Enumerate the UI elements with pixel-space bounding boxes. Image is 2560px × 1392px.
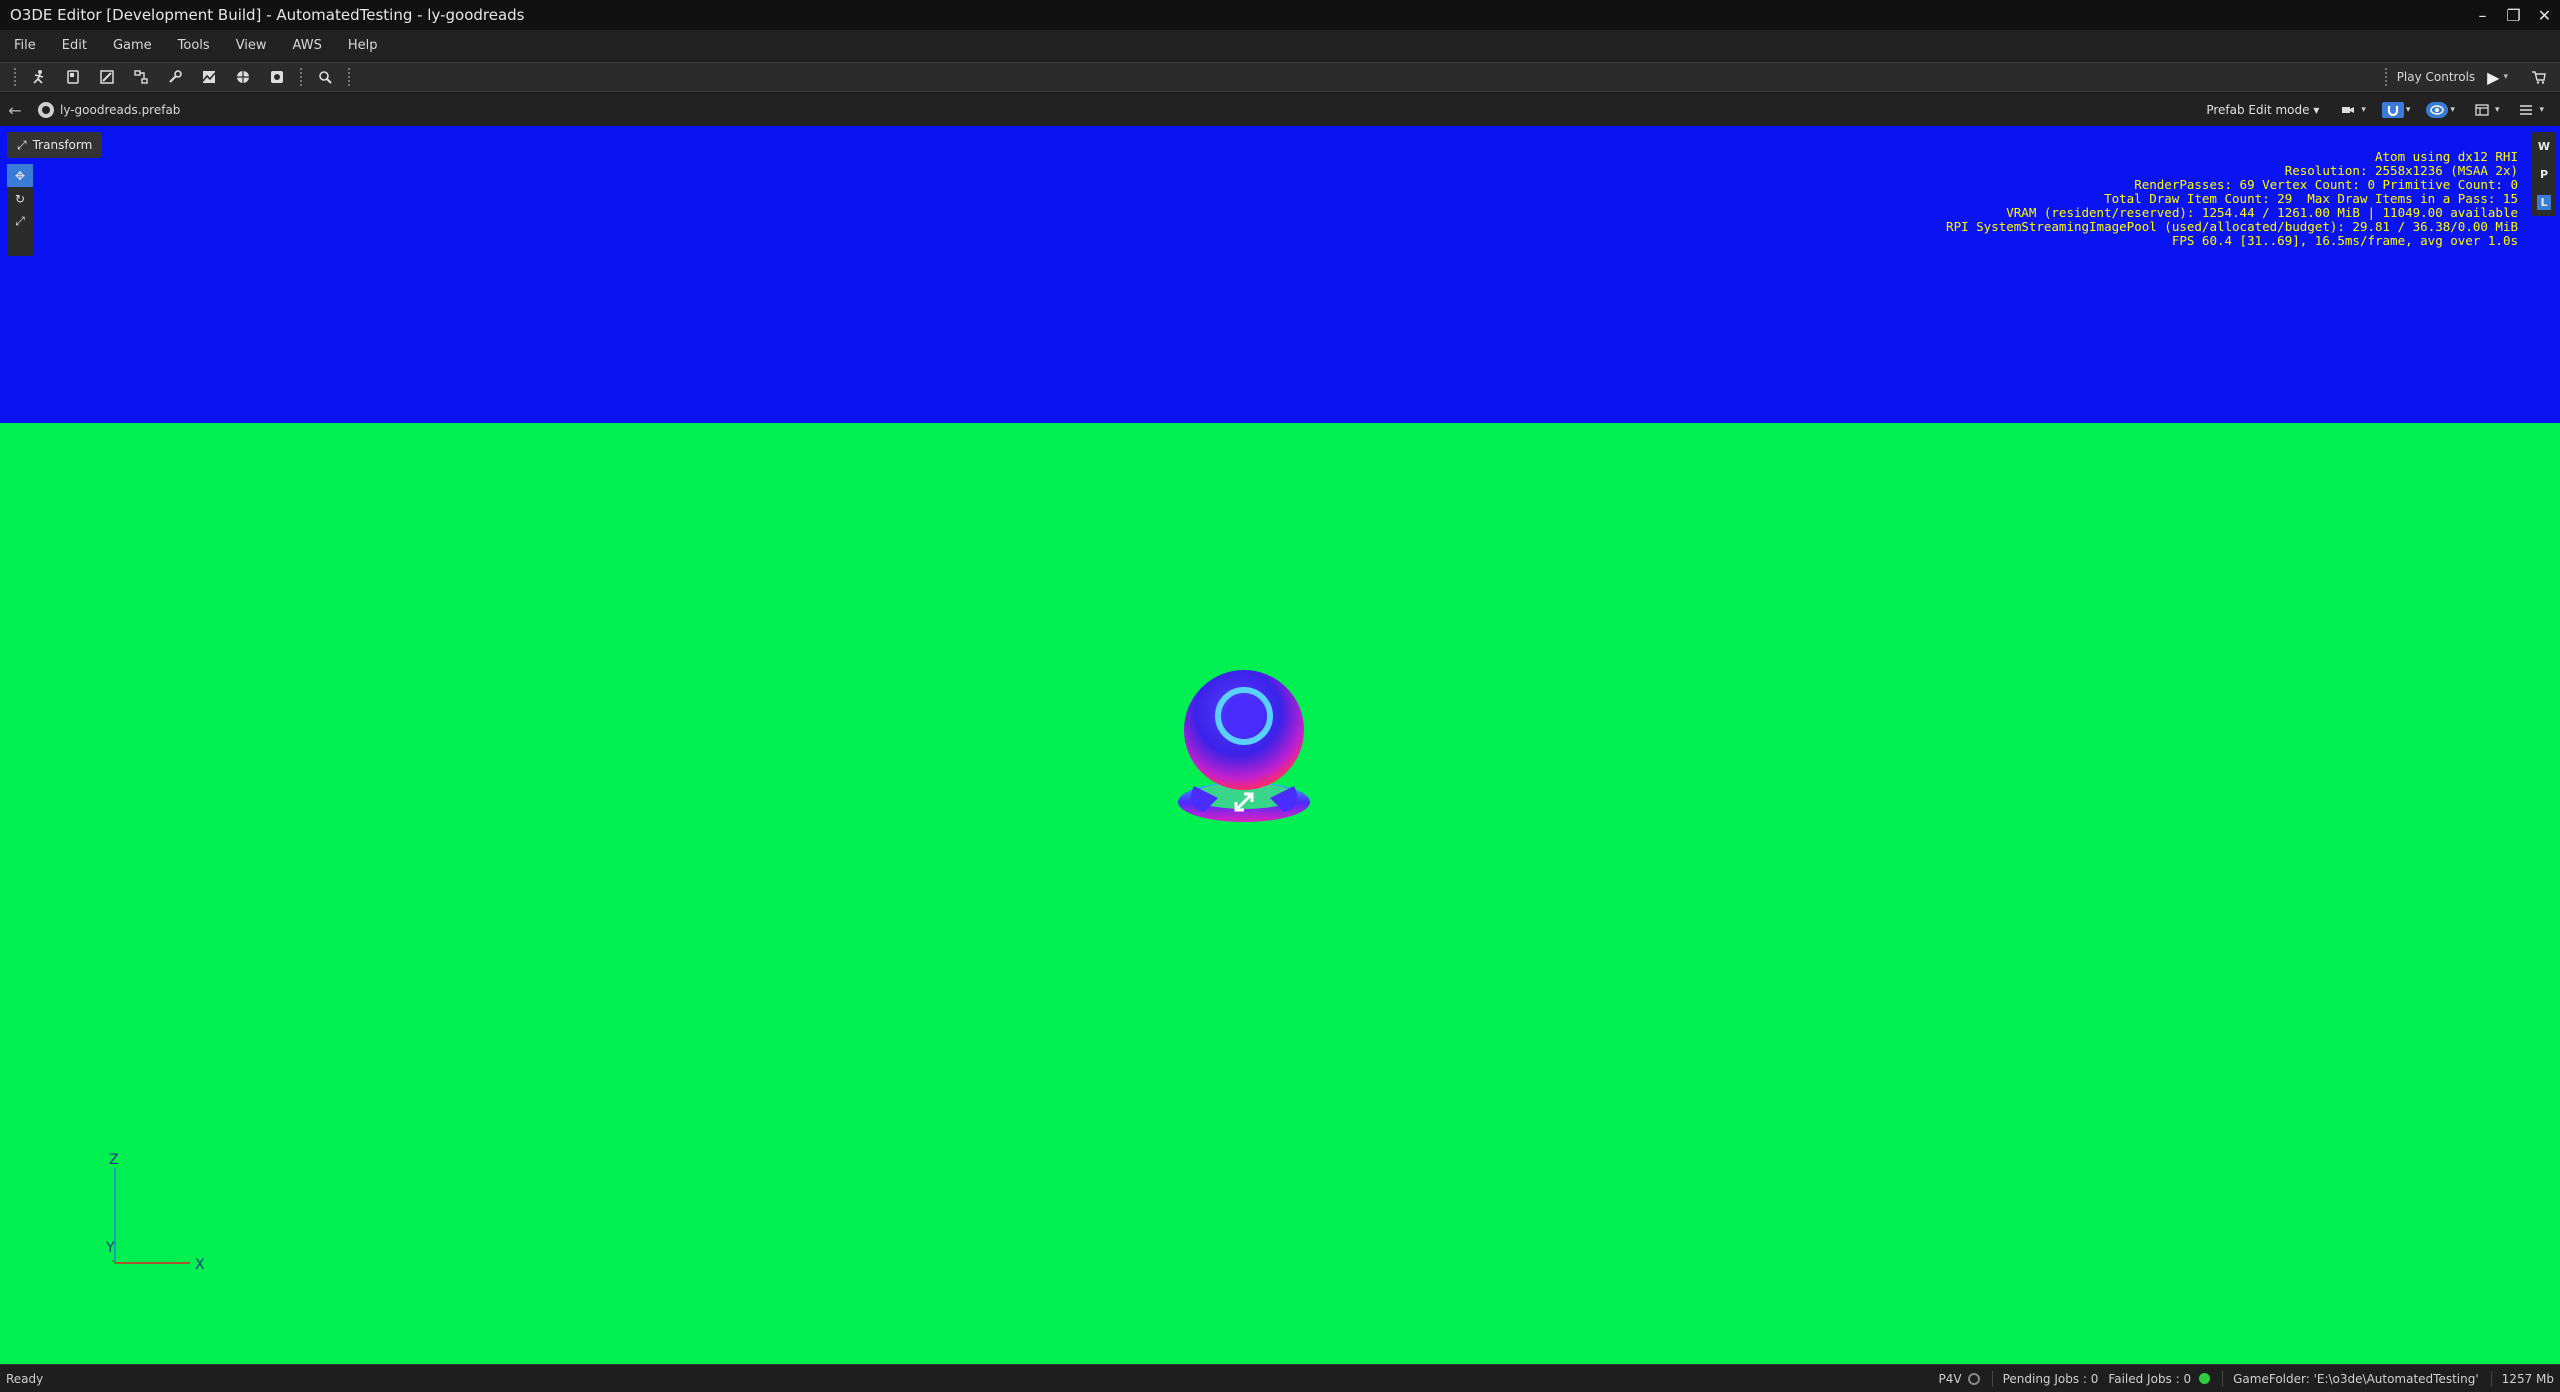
layout-icon bbox=[2471, 102, 2493, 118]
viewport-menu-dropdown[interactable]: ▾ bbox=[2515, 102, 2544, 118]
status-bar: Ready P4V Pending Jobs : 0 Failed Jobs :… bbox=[0, 1364, 2560, 1392]
axis-lines bbox=[111, 1168, 190, 1264]
pending-jobs: Pending Jobs : 0 bbox=[2002, 1371, 2099, 1386]
snap-settings-dropdown[interactable]: ▾ bbox=[2381, 102, 2410, 118]
play-options-dropdown[interactable]: ▾ bbox=[2503, 72, 2508, 82]
menu-aws[interactable]: AWS bbox=[293, 38, 322, 53]
tool-wrench-icon[interactable] bbox=[162, 64, 188, 90]
transform-tool-strip: ✥ ↻ ⤢ bbox=[7, 164, 33, 256]
menu-view[interactable]: View bbox=[236, 38, 267, 53]
viewport-header: ← ly-goodreads.prefab Prefab Edit mode ▾… bbox=[0, 94, 2560, 126]
menu-edit[interactable]: Edit bbox=[62, 38, 87, 53]
status-divider bbox=[2490, 1370, 2492, 1387]
restore-button[interactable]: ❐ bbox=[2498, 0, 2529, 30]
camera-icon bbox=[2337, 102, 2359, 118]
play-game-button[interactable]: ▶ bbox=[2487, 68, 2499, 87]
status-divider bbox=[1991, 1370, 1993, 1387]
rotate-tool-icon[interactable]: ↻ bbox=[7, 187, 33, 210]
window-title: O3DE Editor [Development Build] - Automa… bbox=[10, 6, 525, 24]
stats-line: Resolution: 2558x1236 (MSAA 2x) bbox=[2284, 163, 2518, 178]
animation-editor-icon[interactable] bbox=[26, 64, 52, 90]
toolbar-separator bbox=[2384, 68, 2387, 86]
back-arrow-icon[interactable]: ← bbox=[0, 101, 30, 120]
p4v-status[interactable]: P4V bbox=[1938, 1371, 1980, 1386]
render-stats-overlay: Atom using dx12 RHI Resolution: 2558x1236… bbox=[1946, 150, 2518, 248]
local-space-button[interactable]: L bbox=[2532, 188, 2556, 216]
search-icon[interactable] bbox=[312, 64, 338, 90]
asset-browser-icon[interactable] bbox=[60, 64, 86, 90]
menu-tools[interactable]: Tools bbox=[178, 38, 210, 53]
world-space-button[interactable]: W bbox=[2532, 132, 2556, 160]
cart-icon[interactable] bbox=[2526, 64, 2552, 90]
menu-help[interactable]: Help bbox=[348, 38, 378, 53]
coordinate-space-strip: W P L bbox=[2532, 132, 2556, 216]
transform-icon: ⤢ bbox=[17, 137, 27, 152]
prefab-icon bbox=[38, 102, 54, 118]
axis-z-label: Z bbox=[109, 1152, 119, 1168]
hamburger-icon bbox=[2515, 102, 2537, 118]
visibility-dropdown[interactable]: ▾ bbox=[2426, 102, 2455, 118]
status-divider bbox=[2222, 1370, 2224, 1387]
main-toolbar: Play Controls ▶ ▾ bbox=[0, 62, 2560, 92]
transform-mode-button[interactable]: ⤢ Transform bbox=[7, 132, 103, 158]
toolbar-separator bbox=[348, 68, 350, 86]
move-tool-icon[interactable]: ✥ bbox=[7, 164, 33, 187]
play-controls-label: Play Controls bbox=[2396, 70, 2476, 84]
render-viewport[interactable]: ⤢ Transform ✥ ↻ ⤢ W P L Atom using dx12 … bbox=[0, 126, 2560, 1364]
stats-line: Total Draw Item Count: 29 Max Draw Items… bbox=[2104, 191, 2518, 206]
stats-line: RenderPasses: 69 Vertex Count: 0 Primiti… bbox=[2134, 177, 2518, 192]
prefab-breadcrumb[interactable]: ly-goodreads.prefab bbox=[60, 103, 180, 117]
minimize-button[interactable]: – bbox=[2467, 0, 2498, 30]
eye-icon bbox=[2426, 102, 2449, 118]
camera-options-dropdown[interactable]: ▾ bbox=[2337, 102, 2366, 118]
stats-line: VRAM (resident/reserved): 1254.44 / 1261… bbox=[2006, 205, 2518, 220]
ground-plane bbox=[0, 423, 2560, 1364]
tool-strip-spacer bbox=[7, 233, 33, 256]
status-ready: Ready bbox=[6, 1371, 44, 1386]
stats-line: FPS 60.4 [31..69], 16.5ms/frame, avg ove… bbox=[2171, 233, 2518, 248]
axis-gizmo: Z Y X bbox=[100, 1152, 220, 1273]
p4v-label: P4V bbox=[1938, 1371, 1962, 1386]
window-controls: – ❐ ✕ bbox=[2467, 0, 2560, 30]
toolbar-grip bbox=[14, 68, 16, 86]
toolbar-separator bbox=[300, 68, 302, 86]
asset-processor-status-icon bbox=[2199, 1373, 2211, 1384]
terrain-icon[interactable] bbox=[196, 64, 222, 90]
menu-bar: File Edit Game Tools View AWS Help bbox=[0, 30, 2560, 60]
script-canvas-icon[interactable] bbox=[128, 64, 154, 90]
parent-space-button[interactable]: P bbox=[2532, 160, 2556, 188]
axis-x-label: X bbox=[195, 1257, 205, 1273]
ui-editor-icon[interactable] bbox=[264, 64, 290, 90]
stats-line: RPI SystemStreamingImagePool (used/alloc… bbox=[1946, 219, 2518, 234]
failed-jobs: Failed Jobs : 0 bbox=[2108, 1371, 2192, 1386]
axis-y-label: Y bbox=[106, 1240, 115, 1256]
menu-file[interactable]: File bbox=[14, 38, 36, 53]
magnet-icon bbox=[2381, 102, 2404, 118]
memory-usage: 1257 Mb bbox=[2501, 1371, 2554, 1386]
menu-game[interactable]: Game bbox=[113, 38, 152, 53]
prefab-edit-mode-dropdown[interactable]: Prefab Edit mode ▾ bbox=[2206, 103, 2319, 117]
scale-tool-icon[interactable]: ⤢ bbox=[7, 210, 33, 233]
title-bar: O3DE Editor [Development Build] - Automa… bbox=[0, 0, 2560, 30]
stats-line: Atom using dx12 RHI bbox=[2375, 149, 2518, 164]
viewport-size-dropdown[interactable]: ▾ bbox=[2471, 102, 2499, 118]
globe-icon[interactable] bbox=[230, 64, 256, 90]
source-control-status-icon bbox=[1967, 1372, 1980, 1385]
game-folder: GameFolder: 'E:\o3de\AutomatedTesting' bbox=[2233, 1371, 2479, 1386]
transform-label: Transform bbox=[32, 138, 93, 152]
material-editor-icon[interactable] bbox=[94, 64, 120, 90]
close-button[interactable]: ✕ bbox=[2529, 0, 2560, 30]
robot-model[interactable] bbox=[1174, 666, 1314, 826]
